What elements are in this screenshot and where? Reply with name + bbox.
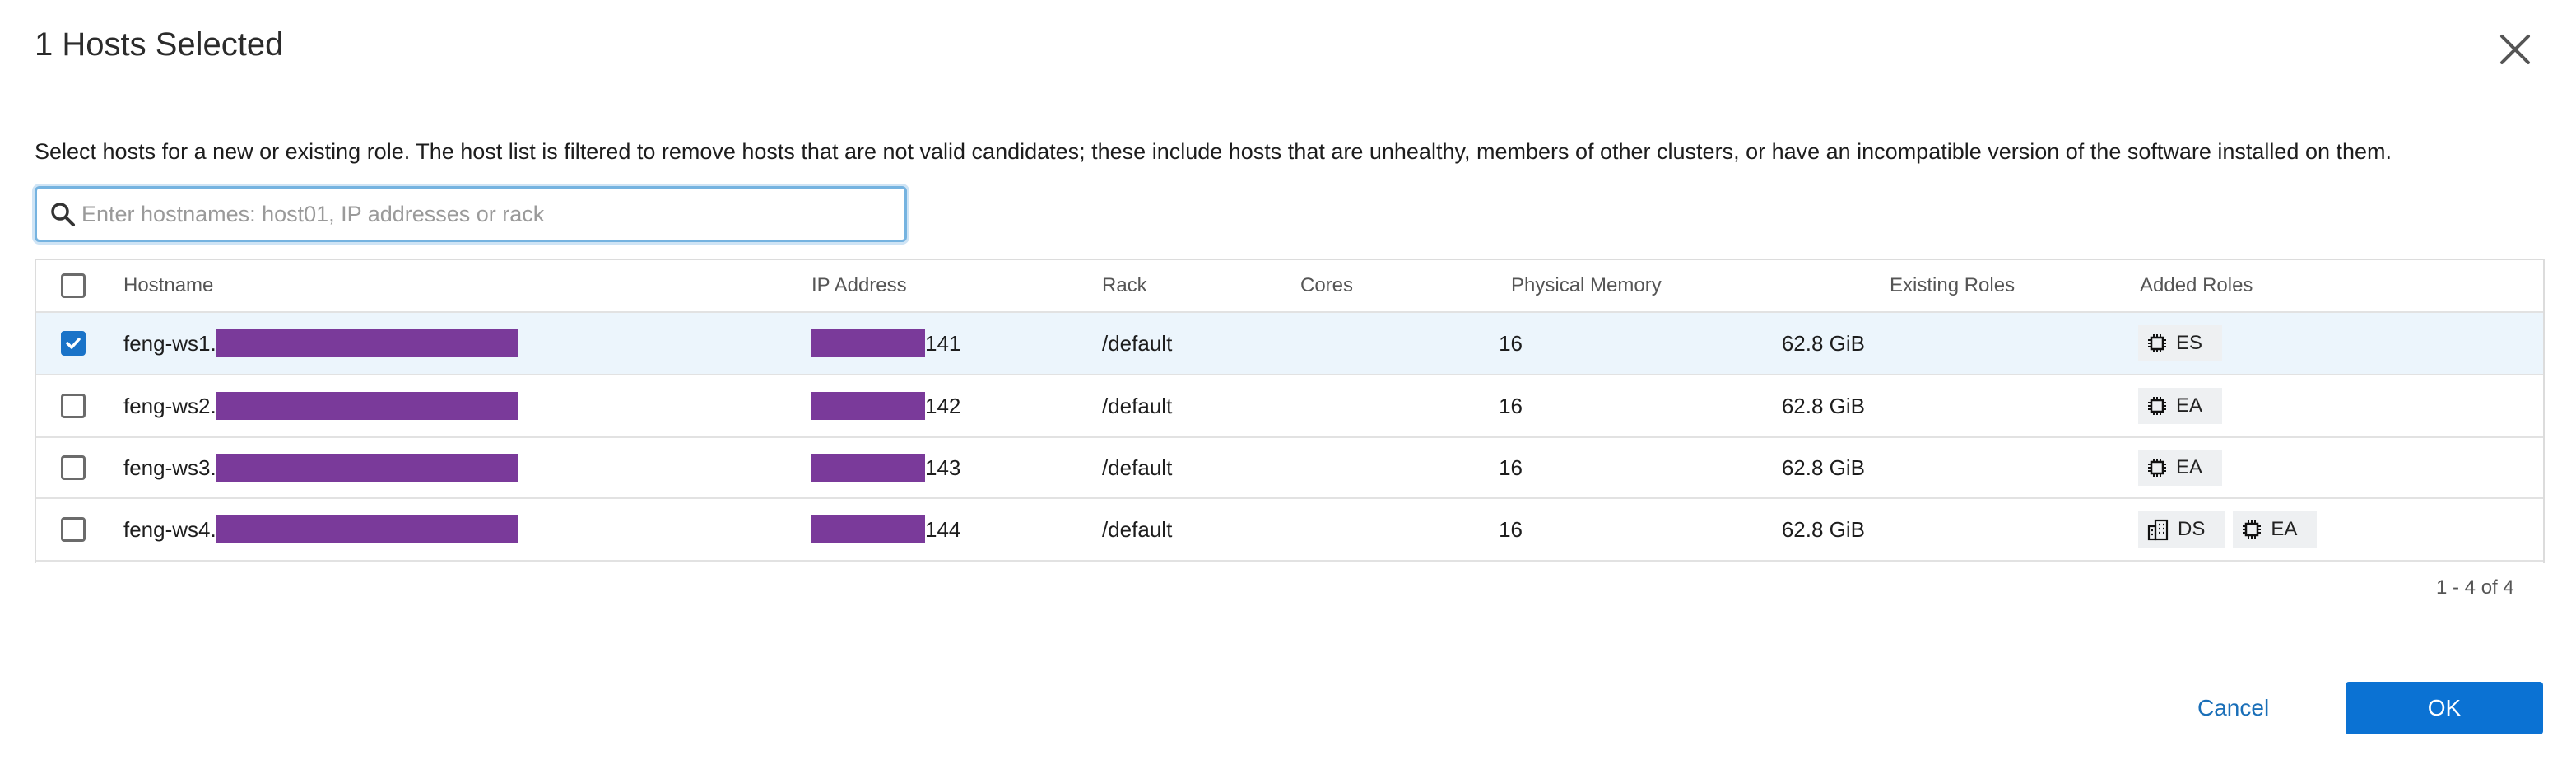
column-header-added-roles[interactable]: Added Roles (2140, 260, 2253, 311)
role-label: ES (2176, 332, 2203, 354)
ip-address-cell: 143 (811, 438, 960, 497)
added-roles-cell: ES (2138, 313, 2230, 374)
ip-address-cell: 144 (811, 499, 960, 560)
role-label: EA (2176, 456, 2203, 478)
ok-button[interactable]: OK (2346, 682, 2543, 734)
rack-cell: /default (1102, 330, 1173, 356)
redacted-hostname (216, 454, 518, 482)
close-button[interactable] (2494, 28, 2536, 71)
memory-cell: 62.8 GiB (1781, 393, 1865, 418)
column-header-physical-memory[interactable]: Physical Memory (1511, 260, 1662, 311)
role-label: DS (2178, 518, 2206, 540)
table-row[interactable]: feng-ws4. 144 /default 16 62.8 GiB DS EA (36, 499, 2543, 562)
rack-cell: /default (1102, 393, 1173, 418)
redacted-ip (811, 515, 925, 543)
search-box (35, 186, 907, 242)
select-hosts-dialog: 1 Hosts Selected Select hosts for a new … (0, 0, 2576, 774)
redacted-hostname (216, 392, 518, 420)
memory-cell: 62.8 GiB (1781, 455, 1865, 480)
redacted-hostname (216, 329, 518, 357)
column-header-rack[interactable]: Rack (1102, 260, 1147, 311)
cores-cell: 16 (1499, 330, 1523, 356)
role-badge: EA (2138, 388, 2223, 424)
role-badge: EA (2233, 511, 2318, 548)
select-all-checkbox[interactable] (61, 273, 86, 298)
cores-cell: 16 (1499, 455, 1523, 480)
row-select-cell (61, 499, 86, 560)
table-row[interactable]: feng-ws3. 143 /default 16 62.8 GiB EA (36, 438, 2543, 499)
memory-cell: 62.8 GiB (1781, 516, 1865, 542)
dialog-title: 1 Hosts Selected (35, 26, 284, 63)
row-checkbox[interactable] (61, 517, 86, 542)
row-select-cell (61, 438, 86, 497)
hostname-text: feng-ws2. (123, 393, 216, 418)
search-icon (51, 203, 75, 226)
ip-suffix: 143 (925, 455, 961, 480)
added-roles-cell: DS EA (2138, 499, 2325, 560)
hostname-cell: feng-ws1. (123, 313, 518, 374)
chip-icon (2148, 397, 2166, 415)
row-select-cell (61, 375, 86, 436)
cores-cell: 16 (1499, 516, 1523, 542)
role-label: EA (2271, 518, 2298, 540)
added-roles-cell: EA (2138, 438, 2230, 497)
pagination-summary: 1 - 4 of 4 (2436, 576, 2514, 599)
role-label: EA (2176, 394, 2203, 417)
building-icon (2147, 519, 2169, 541)
ip-address-cell: 141 (811, 313, 960, 374)
rack-cell: /default (1102, 516, 1173, 542)
host-search-input[interactable] (81, 201, 888, 227)
ip-suffix: 141 (925, 330, 961, 356)
hostname-text: feng-ws4. (123, 516, 216, 542)
chip-icon (2243, 520, 2262, 539)
row-select-cell (61, 313, 86, 374)
check-icon (66, 338, 81, 349)
row-checkbox[interactable] (61, 455, 86, 480)
table-row[interactable]: feng-ws1. 141 /default 16 62.8 GiB ES (36, 313, 2543, 375)
column-header-cores[interactable]: Cores (1300, 260, 1353, 311)
row-checkbox[interactable] (61, 331, 86, 356)
hosts-table: Hostname IP Address Rack Cores Physical … (35, 259, 2545, 563)
ip-suffix: 142 (925, 393, 961, 418)
memory-cell: 62.8 GiB (1781, 330, 1865, 356)
dialog-description: Select hosts for a new or existing role.… (35, 139, 2392, 164)
ip-suffix: 144 (925, 516, 961, 542)
role-badge: EA (2138, 450, 2223, 486)
hostname-cell: feng-ws2. (123, 375, 518, 436)
hostname-text: feng-ws3. (123, 455, 216, 480)
role-badge: DS (2138, 511, 2225, 548)
column-header-ip-address[interactable]: IP Address (811, 260, 907, 311)
select-all-cell (61, 260, 86, 311)
chip-icon (2148, 459, 2166, 477)
redacted-ip (811, 392, 925, 420)
cores-cell: 16 (1499, 393, 1523, 418)
hostname-cell: feng-ws3. (123, 438, 518, 497)
chip-icon (2148, 334, 2166, 352)
cancel-button[interactable]: Cancel (2169, 682, 2297, 734)
column-header-existing-roles[interactable]: Existing Roles (1890, 260, 2015, 311)
row-checkbox[interactable] (61, 394, 86, 418)
ip-address-cell: 142 (811, 375, 960, 436)
hostname-cell: feng-ws4. (123, 499, 518, 560)
hostname-text: feng-ws1. (123, 330, 216, 356)
rack-cell: /default (1102, 455, 1173, 480)
redacted-hostname (216, 515, 518, 543)
column-header-hostname[interactable]: Hostname (123, 260, 213, 311)
added-roles-cell: EA (2138, 375, 2230, 436)
table-header-row: Hostname IP Address Rack Cores Physical … (36, 260, 2543, 313)
redacted-ip (811, 454, 925, 482)
redacted-ip (811, 329, 925, 357)
role-badge: ES (2138, 325, 2223, 361)
close-icon (2500, 35, 2530, 64)
table-row[interactable]: feng-ws2. 142 /default 16 62.8 GiB EA (36, 375, 2543, 438)
